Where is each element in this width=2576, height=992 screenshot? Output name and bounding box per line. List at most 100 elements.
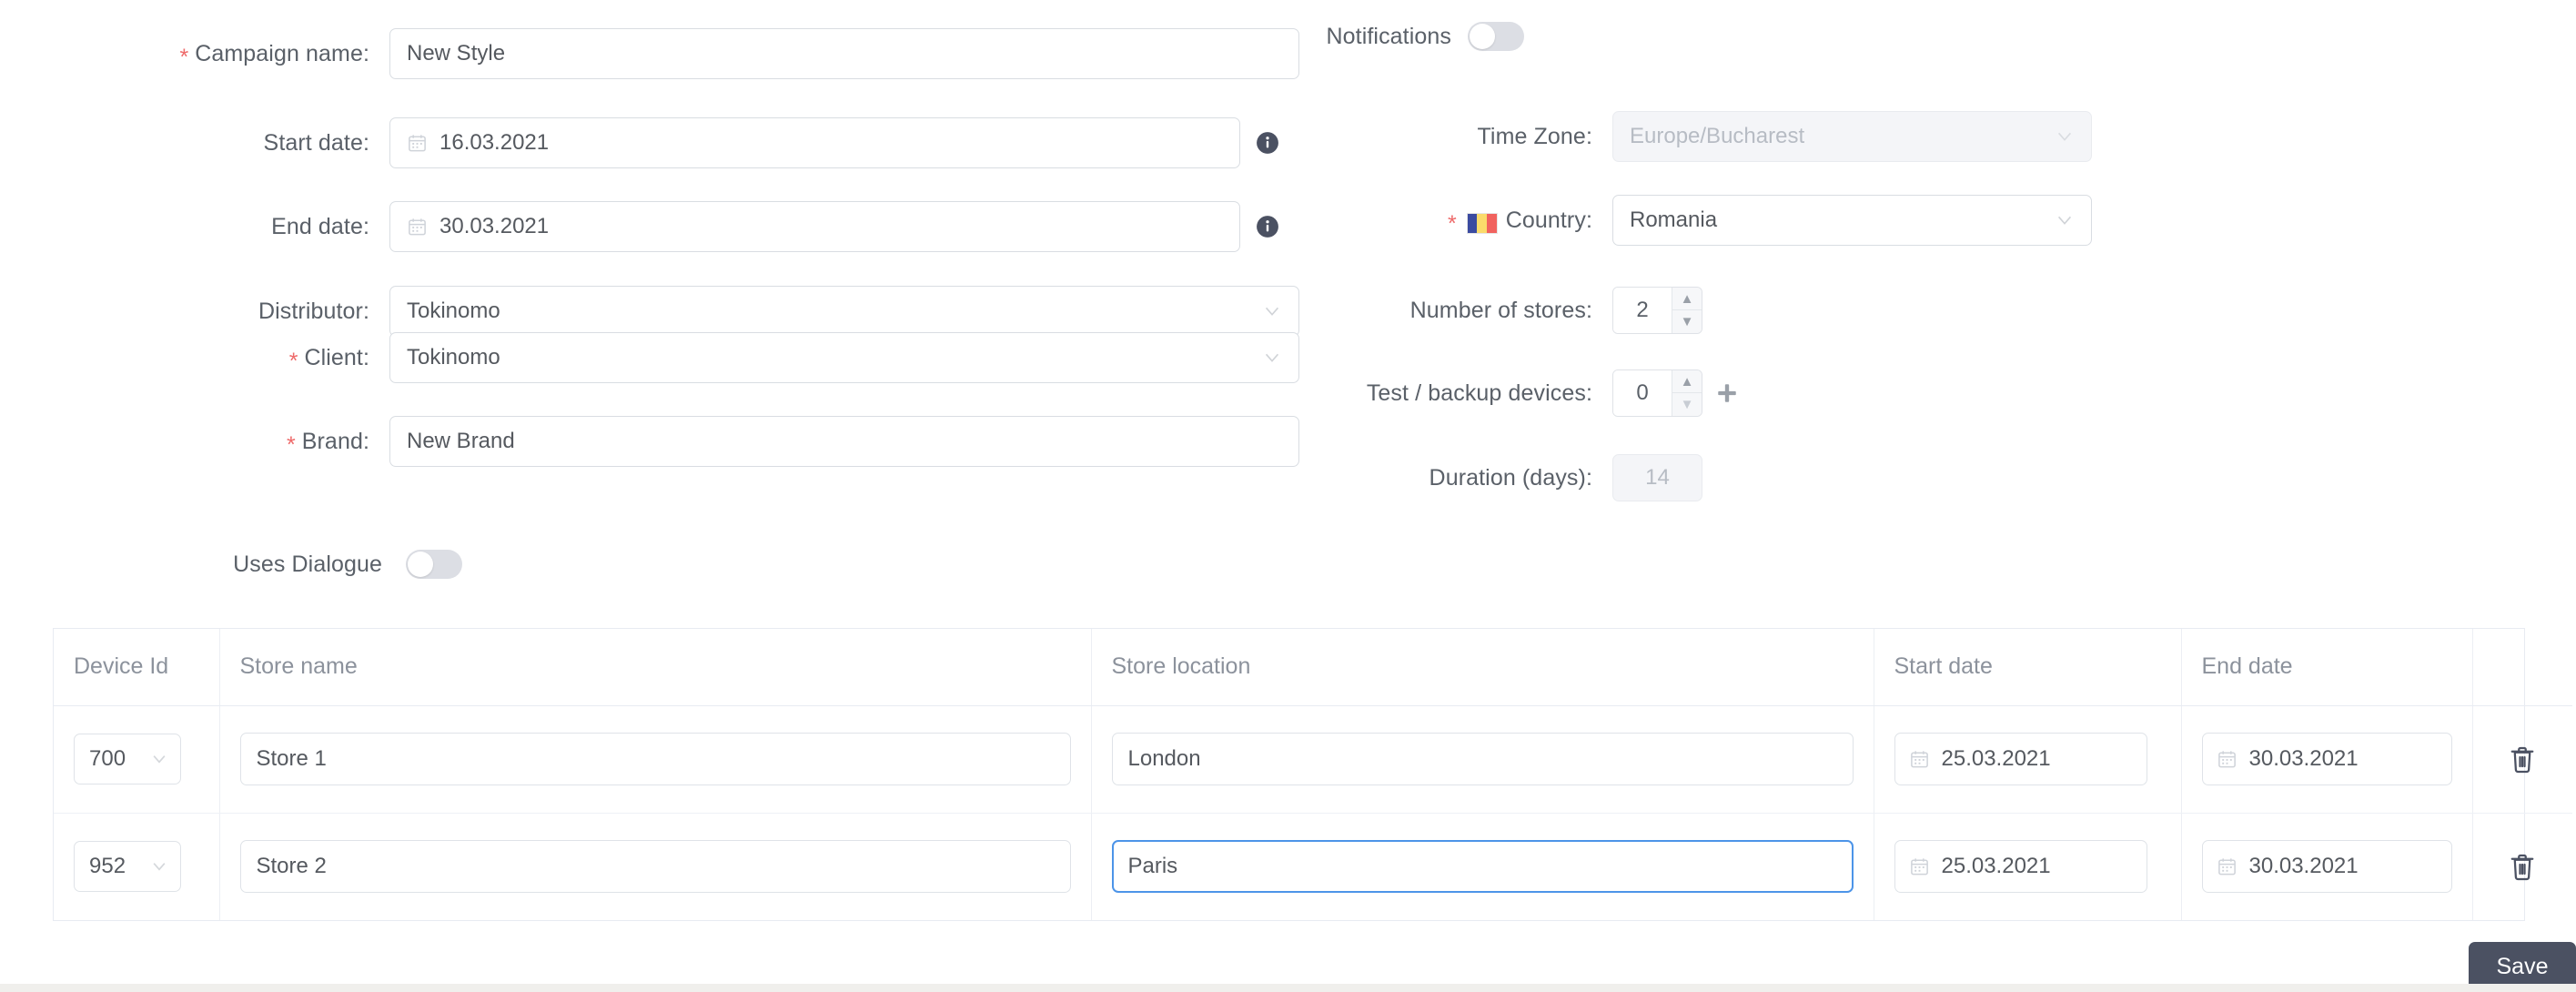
label-start-date: Start date: bbox=[263, 129, 369, 156]
select-client[interactable]: Tokinomo bbox=[389, 332, 1299, 383]
label-brand: Brand: bbox=[301, 428, 369, 454]
toggle-uses-dialogue[interactable] bbox=[406, 550, 462, 579]
input-row-end-date-value: 30.03.2021 bbox=[2248, 854, 2359, 879]
field-brand: * Brand: New Brand bbox=[0, 416, 1299, 467]
stepper-arrows: ▲ ▼ bbox=[1672, 288, 1702, 333]
delete-row-icon[interactable] bbox=[2509, 852, 2536, 882]
select-time-zone[interactable]: Europe/Bucharest bbox=[1612, 111, 2092, 162]
input-row-start-date-value: 25.03.2021 bbox=[1941, 746, 2051, 771]
label-time-zone: Time Zone: bbox=[1477, 123, 1592, 149]
column-header-start-date: Start date bbox=[1874, 629, 2182, 706]
cell-start-date: 25.03.2021 bbox=[1874, 813, 2182, 920]
select-country[interactable]: Romania bbox=[1612, 195, 2092, 246]
stepper-number-of-stores-value: 2 bbox=[1613, 288, 1672, 333]
input-store-name[interactable]: Store 1 bbox=[239, 733, 1071, 785]
select-device-id[interactable]: 952 bbox=[74, 841, 181, 893]
cell-end-date: 30.03.2021 bbox=[2181, 705, 2473, 814]
input-campaign-name-value: New Style bbox=[407, 41, 506, 66]
column-header-actions bbox=[2472, 629, 2572, 706]
stepper-test-backup-devices-value: 0 bbox=[1613, 370, 1672, 416]
field-uses-dialogue: Uses Dialogue bbox=[0, 550, 462, 579]
table-row: 700 Store 1 London 25.03.2021 30.03.2021 bbox=[54, 705, 2572, 814]
calendar-icon bbox=[2217, 748, 2238, 770]
input-row-end-date[interactable]: 30.03.2021 bbox=[2201, 733, 2452, 785]
input-store-location-value: Paris bbox=[1127, 854, 1178, 879]
romania-flag-icon bbox=[1466, 212, 1498, 234]
input-campaign-name[interactable]: New Style bbox=[389, 28, 1299, 79]
select-distributor[interactable]: Tokinomo bbox=[389, 286, 1299, 337]
input-brand-value: New Brand bbox=[407, 429, 515, 453]
input-row-end-date[interactable]: 30.03.2021 bbox=[2201, 840, 2452, 894]
stores-table-container: Device Id Store name Store location Star… bbox=[53, 628, 2572, 921]
column-header-device-id: Device Id bbox=[54, 629, 220, 706]
stepper-decrement-button[interactable]: ▼ bbox=[1672, 310, 1702, 333]
stepper-number-of-stores[interactable]: 2 ▲ ▼ bbox=[1612, 287, 1702, 334]
chevron-down-icon bbox=[150, 750, 168, 768]
field-end-date: End date: 30.03.2021 bbox=[0, 201, 1279, 252]
label-uses-dialogue: Uses Dialogue bbox=[233, 551, 382, 577]
delete-row-icon[interactable] bbox=[2509, 744, 2536, 774]
label-number-of-stores: Number of stores: bbox=[1409, 297, 1592, 323]
input-store-location[interactable]: London bbox=[1111, 733, 1854, 785]
field-notifications: Notifications bbox=[1256, 22, 1524, 51]
select-device-id[interactable]: 700 bbox=[74, 734, 181, 784]
input-brand[interactable]: New Brand bbox=[389, 416, 1299, 467]
calendar-icon bbox=[407, 216, 428, 238]
chevron-down-icon bbox=[1262, 348, 1282, 368]
label-test-backup-devices: Test / backup devices: bbox=[1366, 380, 1592, 406]
input-row-start-date[interactable]: 25.03.2021 bbox=[1894, 733, 2147, 785]
stepper-increment-button[interactable]: ▲ bbox=[1672, 370, 1702, 393]
column-header-end-date: End date bbox=[2181, 629, 2473, 706]
required-indicator: * bbox=[288, 348, 298, 374]
select-distributor-value: Tokinomo bbox=[407, 299, 500, 323]
cell-device-id: 952 bbox=[54, 813, 220, 920]
chevron-down-icon bbox=[150, 857, 168, 876]
table-header-row: Device Id Store name Store location Star… bbox=[54, 629, 2572, 706]
stepper-arrows: ▲ ▼ bbox=[1672, 370, 1702, 416]
input-end-date-value: 30.03.2021 bbox=[439, 214, 550, 238]
label-duration-days: Duration (days): bbox=[1429, 464, 1592, 491]
input-store-name-value: Store 1 bbox=[256, 746, 327, 771]
input-store-name[interactable]: Store 2 bbox=[239, 840, 1071, 894]
field-test-backup-devices: Test / backup devices: 0 ▲ ▼ bbox=[1256, 369, 1739, 417]
input-end-date[interactable]: 30.03.2021 bbox=[389, 201, 1240, 252]
toggle-knob bbox=[1470, 24, 1495, 49]
cell-actions bbox=[2472, 705, 2572, 814]
stores-table-head: Device Id Store name Store location Star… bbox=[54, 629, 2572, 706]
input-row-start-date-value: 25.03.2021 bbox=[1941, 854, 2051, 879]
add-device-plus-icon[interactable] bbox=[1715, 381, 1739, 405]
select-country-value: Romania bbox=[1630, 208, 1718, 232]
column-header-store-name: Store name bbox=[219, 629, 1092, 706]
toggle-knob bbox=[408, 552, 433, 577]
cell-start-date: 25.03.2021 bbox=[1874, 705, 2182, 814]
required-indicator: * bbox=[287, 431, 296, 458]
calendar-icon bbox=[2217, 855, 2238, 877]
field-number-of-stores: Number of stores: 2 ▲ ▼ bbox=[1256, 287, 1702, 334]
cell-store-location: London bbox=[1091, 705, 1874, 814]
input-duration-days: 14 bbox=[1612, 454, 1702, 501]
input-start-date-value: 16.03.2021 bbox=[439, 130, 550, 155]
column-header-store-location: Store location bbox=[1091, 629, 1874, 706]
calendar-icon bbox=[407, 132, 428, 154]
select-time-zone-value: Europe/Bucharest bbox=[1630, 124, 1805, 148]
field-campaign-name: * Campaign name: New Style bbox=[0, 28, 1299, 79]
stepper-decrement-button[interactable]: ▼ bbox=[1672, 393, 1702, 416]
input-store-location[interactable]: Paris bbox=[1111, 840, 1854, 894]
cell-device-id: 700 bbox=[54, 705, 220, 814]
cell-actions bbox=[2472, 813, 2572, 920]
stepper-test-backup-devices[interactable]: 0 ▲ ▼ bbox=[1612, 369, 1702, 417]
input-duration-days-value: 14 bbox=[1645, 465, 1670, 490]
field-country: * Country: Romania bbox=[1256, 195, 2092, 246]
input-row-start-date[interactable]: 25.03.2021 bbox=[1894, 840, 2147, 894]
select-device-id-value: 700 bbox=[89, 746, 126, 771]
select-client-value: Tokinomo bbox=[407, 345, 500, 369]
input-start-date[interactable]: 16.03.2021 bbox=[389, 117, 1240, 168]
cell-end-date: 30.03.2021 bbox=[2181, 813, 2473, 920]
toggle-notifications[interactable] bbox=[1468, 22, 1524, 51]
stepper-increment-button[interactable]: ▲ bbox=[1672, 288, 1702, 310]
campaign-form: * Campaign name: New Style Start date: 1… bbox=[0, 0, 2576, 610]
input-store-name-value: Store 2 bbox=[256, 854, 327, 879]
select-device-id-value: 952 bbox=[89, 854, 126, 879]
cell-store-location: Paris bbox=[1091, 813, 1874, 920]
label-end-date: End date: bbox=[271, 213, 369, 239]
